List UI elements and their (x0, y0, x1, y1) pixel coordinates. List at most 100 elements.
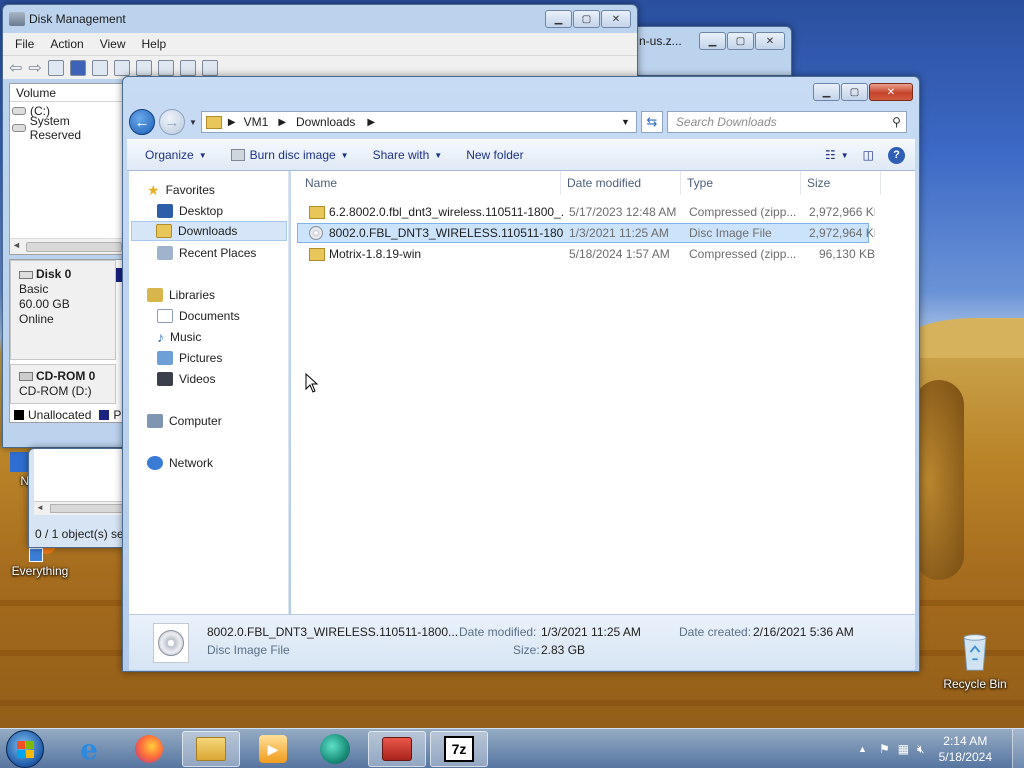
nav-computer[interactable]: Computer (143, 411, 222, 431)
nav-favorites[interactable]: ★ Favorites (143, 180, 215, 200)
refresh-button[interactable]: ⇆ (640, 111, 663, 133)
preview-pane-button[interactable]: ◫ (855, 148, 882, 162)
clock-date: 5/18/2024 (938, 750, 992, 764)
rescan-icon[interactable] (135, 59, 152, 76)
horizontal-scrollbar[interactable]: ◄ (10, 238, 122, 254)
disk0-panel[interactable]: Disk 0 Basic 60.00 GB Online (10, 260, 116, 360)
file-row[interactable]: 8002.0.FBL_DNT3_WIRELESS.110511-1800... … (297, 223, 875, 243)
system-tray: ▲ ⚑ ▦ 🔇︎ 2:14 AM 5/18/2024 (858, 729, 1024, 768)
file-type: Compressed (zipp... (689, 247, 797, 261)
taskbar-media-player[interactable]: ▶ (244, 731, 302, 767)
7zip-icon: 7z (444, 736, 474, 762)
volume-row[interactable]: System Reserved (10, 114, 122, 142)
desktop-icon-recycle-bin[interactable]: Recycle Bin (935, 632, 1015, 691)
show-desktop-button[interactable] (1012, 729, 1024, 768)
settings-icon[interactable] (201, 59, 218, 76)
back-button[interactable]: ← (129, 109, 155, 135)
wallpaper-hill (904, 318, 1024, 358)
nav-libraries[interactable]: Libraries (143, 285, 215, 305)
properties-icon[interactable] (91, 59, 108, 76)
background-window-2[interactable]: ◄ 0 / 1 object(s) se (28, 448, 129, 548)
nav-music[interactable]: ♪ Music (153, 327, 201, 347)
maximize-button[interactable]: ▢ (841, 83, 868, 101)
maximize-button[interactable]: ▢ (727, 32, 754, 50)
file-row[interactable]: 6.2.8002.0.fbl_dnt3_wireless.110511-1800… (297, 202, 875, 222)
horizontal-scrollbar[interactable]: ◄ (34, 501, 129, 515)
nav-videos[interactable]: Videos (153, 369, 215, 389)
new-folder-button[interactable]: New folder (454, 148, 535, 162)
file-row[interactable]: Motrix-1.8.19-win 5/18/2024 1:57 AM Comp… (297, 244, 875, 264)
taskbar-internet-explorer[interactable]: e (60, 731, 118, 767)
nav-downloads[interactable]: Downloads (131, 221, 287, 241)
forward-button[interactable]: → (159, 109, 185, 135)
column-size[interactable]: Size (801, 171, 881, 195)
background-window[interactable]: n-us.z... ▁ ▢ ✕ (630, 26, 792, 76)
breadcrumb-vm1[interactable]: VM1 (244, 115, 269, 129)
nav-documents[interactable]: Documents (153, 306, 240, 326)
breadcrumb-separator-icon[interactable]: ▶ (278, 117, 286, 128)
recent-pages-dropdown-icon[interactable]: ▼ (189, 118, 197, 127)
start-button[interactable] (6, 730, 44, 768)
minimize-button[interactable]: ▁ (545, 10, 572, 28)
close-button[interactable]: ✕ (869, 83, 913, 101)
nav-network[interactable]: Network (143, 453, 213, 473)
help-button[interactable]: ? (882, 146, 915, 164)
column-type[interactable]: Type (681, 171, 801, 195)
help-icon[interactable] (69, 59, 86, 76)
minimize-button[interactable]: ▁ (813, 83, 840, 101)
taskbar-firefox[interactable] (120, 731, 178, 767)
forward-arrow-icon[interactable]: ⇨ (28, 58, 41, 78)
details-date-modified: 1/3/2021 11:25 AM (541, 625, 641, 639)
nav-pictures[interactable]: Pictures (153, 348, 222, 368)
explorer-window[interactable]: ▁ ▢ ✕ ← → ▼ ▶ VM1 ▶ Downloads ▶ ▼ ⇆ Sear… (122, 76, 920, 672)
address-bar[interactable]: ▶ VM1 ▶ Downloads ▶ ▼ (200, 111, 637, 133)
disk-map: Disk 0 Basic 60.00 GB Online CD-ROM 0 CD… (9, 259, 124, 423)
column-date-modified[interactable]: Date modified (561, 171, 681, 195)
cdrom-panel[interactable]: CD-ROM 0 CD-ROM (D:) (10, 364, 116, 404)
close-button[interactable]: ✕ (601, 10, 631, 28)
minimize-button[interactable]: ▁ (699, 32, 726, 50)
search-icon[interactable] (179, 59, 196, 76)
breadcrumb-downloads[interactable]: Downloads (296, 115, 355, 129)
maximize-button[interactable]: ▢ (573, 10, 600, 28)
nav-recent-places[interactable]: Recent Places (153, 243, 256, 263)
address-dropdown-icon[interactable]: ▼ (621, 117, 630, 127)
taskbar-explorer[interactable] (182, 731, 240, 767)
taskbar-7zip[interactable]: 7z (430, 731, 488, 767)
folder-icon (205, 115, 222, 129)
organize-button[interactable]: Organize ▼ (133, 148, 219, 162)
search-icon[interactable]: ⚲ (892, 115, 901, 129)
share-with-button[interactable]: Share with ▼ (361, 148, 455, 162)
refresh-icon[interactable] (113, 59, 130, 76)
disk-management-icon (9, 12, 25, 26)
network-icon (147, 456, 163, 470)
show-hidden-icons-icon[interactable]: ▲ (858, 744, 867, 754)
clock[interactable]: 2:14 AM 5/18/2024 (939, 733, 992, 765)
videos-icon (157, 372, 173, 386)
menu-view[interactable]: View (92, 37, 134, 51)
change-view-button[interactable]: ☷ ▼ (819, 148, 855, 162)
menu-file[interactable]: File (7, 37, 42, 51)
scroll-left-icon[interactable]: ◄ (36, 503, 44, 512)
breadcrumb-separator-icon[interactable]: ▶ (367, 117, 375, 128)
menu-help[interactable]: Help (134, 37, 175, 51)
shortcut-icon (10, 452, 30, 472)
taskbar-disk-management[interactable] (368, 731, 426, 767)
nav-desktop[interactable]: Desktop (153, 201, 223, 221)
close-button[interactable]: ✕ (755, 32, 785, 50)
volume-muted-icon[interactable]: 🔇︎ (917, 742, 925, 757)
action-center-flag-icon[interactable]: ⚑ (879, 742, 890, 756)
open-icon[interactable] (157, 59, 174, 76)
burn-disc-image-button[interactable]: Burn disc image ▼ (219, 148, 361, 162)
breadcrumb-separator-icon[interactable]: ▶ (228, 117, 236, 128)
search-input[interactable]: Search Downloads ⚲ (666, 111, 907, 133)
network-icon[interactable]: ▦ (898, 742, 909, 756)
taskbar-motrix[interactable] (306, 731, 364, 767)
cdrom-name: CD-ROM 0 (36, 369, 96, 383)
column-name[interactable]: Name (299, 171, 561, 195)
menu-action[interactable]: Action (42, 37, 91, 51)
back-arrow-icon[interactable]: ⇦ (9, 58, 22, 78)
volume-column-header[interactable]: Volume (10, 84, 122, 102)
console-tree-icon[interactable] (47, 59, 64, 76)
scroll-left-icon[interactable]: ◄ (12, 240, 21, 250)
